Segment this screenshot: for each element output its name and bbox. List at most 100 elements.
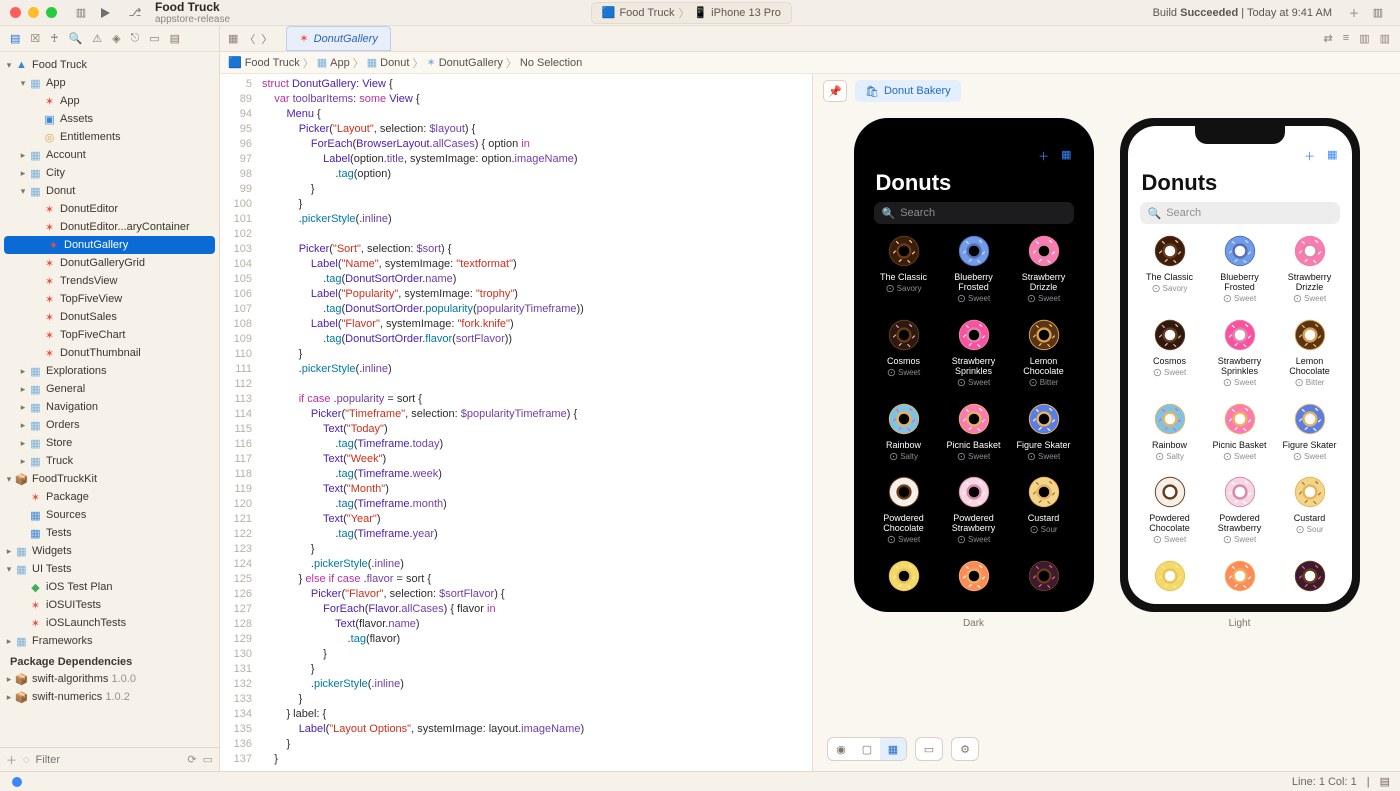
donut-cell[interactable]: The Classic⊙Savory xyxy=(870,232,938,312)
related-items-icon[interactable]: ▦ xyxy=(228,32,238,45)
donut-cell[interactable] xyxy=(1010,557,1078,604)
tree-folder[interactable]: ▸▦City xyxy=(0,164,219,182)
preview-provider-pill[interactable]: 🛍 Donut Bakery xyxy=(855,80,961,102)
tree-file[interactable]: ✶DonutEditor...aryContainer xyxy=(0,218,219,236)
minimize-window[interactable] xyxy=(28,7,39,18)
donut-cell[interactable]: Blueberry Frosted⊙Sweet xyxy=(1206,232,1274,312)
phone-frame[interactable]: ＋▦ Donuts 🔍Search The Classic⊙Savory Blu… xyxy=(854,118,1094,612)
donut-cell[interactable] xyxy=(870,557,938,604)
donut-cell[interactable]: Figure Skater⊙Sweet xyxy=(1010,400,1078,470)
filter-input[interactable] xyxy=(36,754,182,766)
report-navigator-icon[interactable]: ▤ xyxy=(170,32,180,45)
tree-file[interactable]: ◎Entitlements xyxy=(0,128,219,146)
donut-cell[interactable] xyxy=(940,557,1008,604)
tree-folder[interactable]: ▸▦Explorations xyxy=(0,362,219,380)
tree-file[interactable]: ✶DonutGalleryGrid xyxy=(0,254,219,272)
filter-scope-icon[interactable]: ◌ xyxy=(23,754,30,766)
tree-file[interactable]: ✶DonutEditor xyxy=(0,200,219,218)
donut-cell[interactable] xyxy=(1276,557,1344,604)
canvas-settings-button[interactable]: ⚙ xyxy=(951,737,979,761)
tree-file[interactable]: ▣Assets xyxy=(0,110,219,128)
layout-icon[interactable]: ▦ xyxy=(1327,148,1337,164)
tree-dependency[interactable]: ▸📦swift-numerics 1.0.2 xyxy=(0,688,219,706)
donut-cell[interactable]: Strawberry Sprinkles⊙Sweet xyxy=(940,316,1008,396)
breadcrumb-item[interactable]: ▦ App xyxy=(317,56,350,69)
donut-cell[interactable]: Rainbow⊙Salty xyxy=(870,400,938,470)
scheme-device-pill[interactable]: 🟦 Food Truck 〉 📱 iPhone 13 Pro xyxy=(591,2,792,24)
tree-folder[interactable]: ▸▦Widgets xyxy=(0,542,219,560)
tree-file[interactable]: ▦Tests xyxy=(0,524,219,542)
donut-cell[interactable]: Cosmos⊙Sweet xyxy=(1136,316,1204,396)
donut-cell[interactable]: Powdered Strawberry⊙Sweet xyxy=(940,473,1008,553)
tree-file[interactable]: ✶TrendsView xyxy=(0,272,219,290)
donut-cell[interactable]: Cosmos⊙Sweet xyxy=(870,316,938,396)
scm-filter-icon[interactable]: ▭ xyxy=(203,753,213,766)
donut-cell[interactable]: Custard⊙Sour xyxy=(1010,473,1078,553)
tree-file[interactable]: ✶iOSUITests xyxy=(0,596,219,614)
donut-cell[interactable]: Figure Skater⊙Sweet xyxy=(1276,400,1344,470)
toggle-left-sidebar-icon[interactable]: ▥ xyxy=(69,4,93,22)
debug-navigator-icon[interactable]: ⎋ xyxy=(131,32,140,45)
variants-mode-icon[interactable]: ▦ xyxy=(880,738,906,760)
code-editor[interactable]: 5899495969798991001011021031041051061071… xyxy=(220,74,812,771)
tree-folder[interactable]: ▸▦Account xyxy=(0,146,219,164)
donut-cell[interactable]: Blueberry Frosted⊙Sweet xyxy=(940,232,1008,312)
add-file-icon[interactable]: ＋ xyxy=(6,752,17,768)
run-button[interactable] xyxy=(93,4,117,22)
tree-file[interactable]: ✶DonutSales xyxy=(0,308,219,326)
toggle-inspector-icon[interactable]: ▥ xyxy=(1359,32,1369,45)
tree-folder[interactable]: ▸▦Navigation xyxy=(0,398,219,416)
add-icon[interactable]: ＋ xyxy=(1038,148,1049,164)
nav-forward-icon[interactable]: 〉 xyxy=(261,31,272,47)
tree-file[interactable]: ✶App xyxy=(0,92,219,110)
add-icon[interactable]: ＋ xyxy=(1304,148,1315,164)
nav-back-icon[interactable]: 〈 xyxy=(244,31,255,47)
test-navigator-icon[interactable]: ◈ xyxy=(112,32,120,45)
issue-navigator-icon[interactable]: ⚠ xyxy=(92,32,102,45)
adjust-editor-icon[interactable]: ≡ xyxy=(1343,32,1349,45)
search-field[interactable]: 🔍Search xyxy=(1140,202,1340,224)
donut-cell[interactable] xyxy=(1206,557,1274,604)
donut-cell[interactable]: Picnic Basket⊙Sweet xyxy=(940,400,1008,470)
live-mode-icon[interactable]: ◉ xyxy=(828,738,854,760)
sync-icon[interactable]: ⇄ xyxy=(1324,32,1333,45)
tree-file[interactable]: ✶DonutThumbnail xyxy=(0,344,219,362)
donut-cell[interactable]: Strawberry Drizzle⊙Sweet xyxy=(1276,232,1344,312)
donut-cell[interactable]: Custard⊙Sour xyxy=(1276,473,1344,553)
tree-file[interactable]: ✶iOSLaunchTests xyxy=(0,614,219,632)
find-navigator-icon[interactable]: 🔍 xyxy=(69,32,83,45)
donut-cell[interactable]: Powdered Chocolate⊙Sweet xyxy=(870,473,938,553)
donut-cell[interactable]: Powdered Chocolate⊙Sweet xyxy=(1136,473,1204,553)
breadcrumb-item[interactable]: ▦ Donut xyxy=(367,56,410,69)
tree-package[interactable]: ▾📦FoodTruckKit xyxy=(0,470,219,488)
layout-icon[interactable]: ▦ xyxy=(1061,148,1071,164)
close-window[interactable] xyxy=(10,7,21,18)
tree-file[interactable]: ✶TopFiveChart xyxy=(0,326,219,344)
tree-folder[interactable]: ▾▦UI Tests xyxy=(0,560,219,578)
scheme-branch-icon[interactable]: ⎇ xyxy=(123,4,147,22)
breadcrumb-item[interactable]: No Selection xyxy=(520,57,582,69)
tree-folder[interactable]: ▸▦Orders xyxy=(0,416,219,434)
tree-file[interactable]: ◆iOS Test Plan xyxy=(0,578,219,596)
tree-folder[interactable]: ▸▦Frameworks xyxy=(0,632,219,650)
donut-cell[interactable]: Lemon Chocolate⊙Bitter xyxy=(1010,316,1078,396)
donut-cell[interactable]: Strawberry Drizzle⊙Sweet xyxy=(1010,232,1078,312)
donut-cell[interactable]: Powdered Strawberry⊙Sweet xyxy=(1206,473,1274,553)
tree-folder-donut[interactable]: ▾▦Donut xyxy=(0,182,219,200)
project-navigator-icon[interactable]: ▤ xyxy=(10,32,20,45)
tab-donutgallery[interactable]: ✶ DonutGallery xyxy=(286,26,390,51)
tree-folder[interactable]: ▸▦Truck xyxy=(0,452,219,470)
selectable-mode-icon[interactable]: ▢ xyxy=(854,738,880,760)
source-control-icon[interactable]: ☒ xyxy=(30,32,40,45)
breadcrumb-item[interactable]: 🟦 Food Truck xyxy=(228,56,300,69)
tree-file[interactable]: ▦Sources xyxy=(0,506,219,524)
donut-cell[interactable]: Picnic Basket⊙Sweet xyxy=(1206,400,1274,470)
breadcrumb[interactable]: 🟦 Food Truck〉▦ App〉▦ Donut〉✶ DonutGaller… xyxy=(220,52,1400,74)
donut-cell[interactable] xyxy=(1136,557,1204,604)
device-settings-button[interactable]: ▭ xyxy=(915,737,943,761)
tree-folder[interactable]: ▸▦General xyxy=(0,380,219,398)
tree-folder-app[interactable]: ▾▦App xyxy=(0,74,219,92)
phone-frame[interactable]: ＋▦ Donuts 🔍Search The Classic⊙Savory Blu… xyxy=(1120,118,1360,612)
pin-preview-button[interactable]: 📌 xyxy=(823,80,847,102)
tree-file[interactable]: ✶DonutGallery xyxy=(4,236,215,254)
